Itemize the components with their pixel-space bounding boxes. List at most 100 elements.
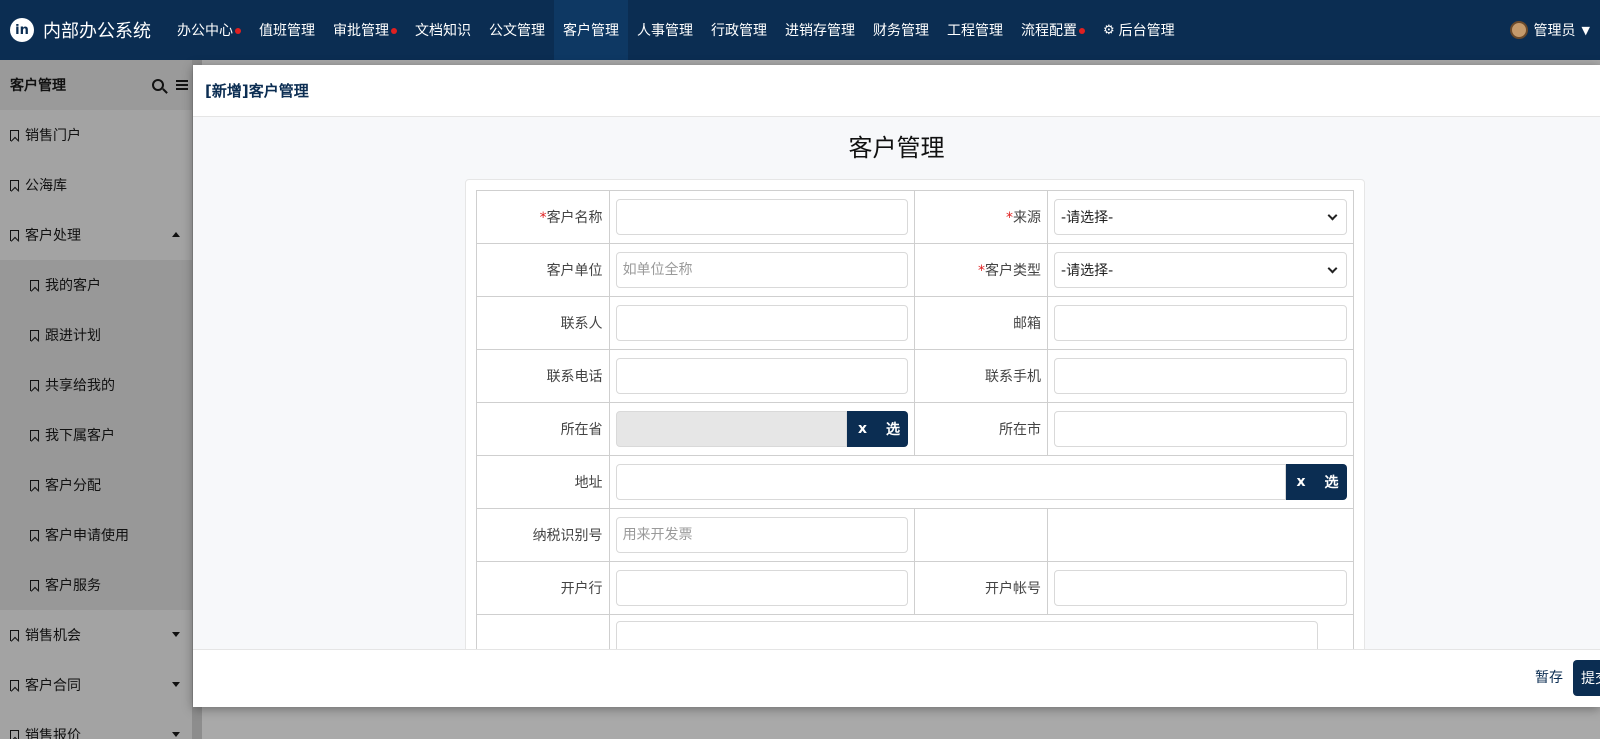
submit-button[interactable]: 提交: [1573, 660, 1600, 696]
form-row: 所在省 x 选 所在市: [476, 402, 1354, 456]
form-table: *客户名称 *来源 -请选择- 客户单位 *客户类型 -请选择- 联系人 邮箱: [476, 190, 1355, 649]
nav-item-admin-affairs[interactable]: 行政管理: [702, 0, 776, 60]
nav-item-documents[interactable]: 文档知识: [406, 0, 480, 60]
bookmark-icon: [30, 429, 39, 441]
sidebar-item-customer-service[interactable]: 客户服务: [0, 560, 192, 610]
chevron-down-icon: [1327, 263, 1338, 273]
label-text: 纳税识别号: [532, 528, 603, 544]
sidebar-item-label: 销售报价: [25, 728, 81, 739]
sidebar-item-subordinate-customers[interactable]: 我下属客户: [0, 410, 192, 460]
sidebar-item-label: 跟进计划: [45, 328, 101, 344]
mobile-input[interactable]: [1054, 358, 1347, 394]
nav-label: 工程管理: [947, 23, 1003, 39]
sidebar-item-follow-up-plan[interactable]: 跟进计划: [0, 310, 192, 360]
nav-item-approval[interactable]: 审批管理: [324, 0, 406, 60]
label-text: 联系人: [560, 316, 603, 332]
email-input[interactable]: [1054, 305, 1347, 341]
bank-account-input[interactable]: [1054, 570, 1347, 606]
field-label: 所在省: [476, 402, 610, 456]
nav-label: 公文管理: [489, 23, 545, 39]
field-cell: -请选择-: [1047, 243, 1354, 297]
form-row: 联系人 邮箱: [476, 296, 1354, 350]
address-clear-button[interactable]: x: [1286, 464, 1316, 500]
sidebar-item-label: 客户处理: [25, 228, 81, 244]
province-clear-button[interactable]: x: [847, 411, 878, 447]
sidebar-item-customer-processing[interactable]: 客户处理: [0, 210, 192, 260]
source-select[interactable]: -请选择-: [1054, 199, 1347, 235]
user-menu[interactable]: 管理员 ▼: [1509, 0, 1590, 60]
field-label: 联系人: [476, 296, 610, 350]
sidebar-item-my-customers[interactable]: 我的客户: [0, 260, 192, 310]
tax-id-input[interactable]: [615, 517, 909, 553]
form-row: 联系电话 联系手机: [476, 349, 1354, 403]
bank-input[interactable]: [615, 570, 909, 606]
sidebar-item-shared-with-me[interactable]: 共享给我的: [0, 360, 192, 410]
save-draft-button[interactable]: 暂存: [1535, 667, 1563, 687]
nav-item-inventory[interactable]: 进销存管理: [776, 0, 864, 60]
bookmark-icon: [30, 329, 39, 341]
customer-type-select[interactable]: -请选择-: [1054, 252, 1347, 288]
phone-input[interactable]: [615, 358, 909, 394]
sidebar-item-public-pool[interactable]: 公海库: [0, 160, 192, 210]
bookmark-icon: [10, 729, 19, 739]
label-text: 所在省: [560, 422, 603, 438]
bookmark-icon: [30, 529, 39, 541]
nav-label: 办公中心: [177, 23, 233, 39]
field-cell: x 选: [608, 455, 1355, 509]
form-row: *客户名称 *来源 -请选择-: [476, 190, 1354, 244]
sidebar-item-customer-contract[interactable]: 客户合同: [0, 660, 192, 710]
empty-cell: [1047, 508, 1354, 562]
address-input[interactable]: [615, 464, 1286, 500]
sidebar-item-label: 销售门户: [25, 128, 81, 144]
nav-item-hr[interactable]: 人事管理: [628, 0, 702, 60]
bookmark-icon: [10, 629, 19, 641]
field-label: *来源: [914, 190, 1049, 244]
field-label: 客户单位: [476, 243, 610, 297]
form-row: 开户行 开户帐号: [476, 561, 1354, 615]
sidebar-item-sales-quote[interactable]: 销售报价: [0, 710, 192, 739]
province-select-button[interactable]: 选: [877, 411, 909, 447]
field-label: 地址: [476, 455, 610, 509]
sidebar: 客户管理 销售门户 公海库 客户处理 我的客户 跟进计划 共享给我的 我下属客户…: [0, 60, 192, 739]
app-logo[interactable]: in 内部办公系统: [0, 17, 168, 43]
sidebar-item-customer-apply[interactable]: 客户申请使用: [0, 510, 192, 560]
sidebar-item-label: 客户合同: [25, 678, 81, 694]
nav-item-duty[interactable]: 值班管理: [250, 0, 324, 60]
remarks-textarea[interactable]: [615, 621, 1318, 649]
customer-name-input[interactable]: [615, 199, 909, 235]
bookmark-icon: [10, 129, 19, 141]
sidebar-item-label: 客户服务: [45, 578, 101, 594]
field-label: *客户类型: [914, 243, 1049, 297]
nav-label: 审批管理: [333, 23, 389, 39]
city-input[interactable]: [1054, 411, 1347, 447]
nav-item-engineering[interactable]: 工程管理: [938, 0, 1012, 60]
modal-footer: 暂存 提交: [193, 649, 1600, 707]
sidebar-item-label: 我的客户: [45, 278, 101, 294]
menu-icon[interactable]: [176, 80, 188, 90]
customer-unit-input[interactable]: [615, 252, 909, 288]
chevron-down-icon: ▼: [1581, 23, 1590, 37]
field-label: 所在市: [914, 402, 1049, 456]
province-readonly-input[interactable]: [615, 411, 848, 447]
nav-item-customer[interactable]: 客户管理: [554, 0, 628, 60]
modal-body[interactable]: 客户管理 *客户名称 *来源 -请选择- 客户单位 *客户类型 -请选择- 联系…: [193, 117, 1600, 649]
address-select-button[interactable]: 选: [1316, 464, 1347, 500]
form-title: 客户管理: [848, 134, 945, 162]
nav-item-backend[interactable]: ⚙ 后台管理: [1094, 0, 1184, 60]
province-picker: x 选: [615, 411, 909, 447]
nav-item-official-docs[interactable]: 公文管理: [480, 0, 554, 60]
bookmark-icon: [30, 579, 39, 591]
sidebar-item-sales-portal[interactable]: 销售门户: [0, 110, 192, 160]
field-label: 邮箱: [914, 296, 1049, 350]
field-cell: x 选: [608, 402, 916, 456]
nav-item-office-center[interactable]: 办公中心: [168, 0, 250, 60]
search-icon[interactable]: [152, 79, 164, 91]
nav-item-workflow[interactable]: 流程配置: [1012, 0, 1094, 60]
nav-item-finance[interactable]: 财务管理: [864, 0, 938, 60]
sidebar-item-sales-opportunity[interactable]: 销售机会: [0, 610, 192, 660]
form-row: 纳税识别号: [476, 508, 1354, 562]
contact-input[interactable]: [615, 305, 909, 341]
label-text: 所在市: [999, 422, 1042, 438]
sidebar-item-customer-assignment[interactable]: 客户分配: [0, 460, 192, 510]
field-cell: [1047, 296, 1354, 350]
